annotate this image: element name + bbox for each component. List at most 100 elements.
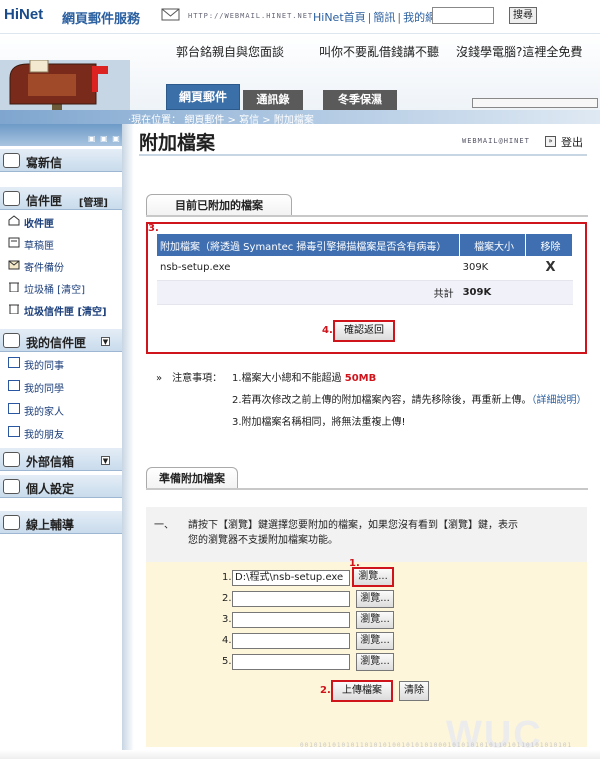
file-input-1[interactable]: D:\程式\nsb-setup.exe [232, 570, 350, 586]
link-sms[interactable]: 簡訊 [373, 11, 395, 24]
binary-decoration: 0010101010101101010100101010100010101010… [300, 742, 573, 749]
compose-icon [3, 153, 20, 168]
file-label-3: 3. [222, 614, 232, 625]
sidebar-item-spam[interactable]: 垃圾信件匣 [清空] [0, 298, 122, 320]
step-number: 一、 [154, 520, 174, 531]
search-input[interactable] [432, 7, 494, 24]
sidebar-item-label: 垃圾桶 [清空] [24, 285, 85, 296]
header-box [472, 98, 598, 108]
sidebar-item-label: 收件匣 [24, 219, 54, 230]
tab-webmail[interactable]: 網頁郵件 [166, 84, 240, 110]
mailbox-icon [3, 191, 20, 206]
sidebar-help[interactable]: 線上輔導 [0, 510, 122, 534]
upload-button[interactable]: 上傳檔案 [331, 680, 393, 702]
file-input-4[interactable] [232, 633, 350, 649]
sidebar-shadow [122, 124, 134, 759]
slogan-2[interactable]: 叫你不要亂借錢講不聽 [319, 43, 439, 60]
main-tabs: 網頁郵件 通訊錄 冬季保濕 [0, 84, 600, 110]
attached-files-tab: 目前已附加的檔案 [146, 194, 292, 216]
sidebar-folder-friends[interactable]: 我的朋友 [0, 421, 122, 443]
browse-button-5[interactable]: 瀏覽... [356, 653, 394, 671]
sidebar-folder-label: 我的同事 [24, 361, 64, 372]
logout-link[interactable]: 登出 [561, 134, 583, 150]
tab-contacts[interactable]: 通訊錄 [243, 90, 303, 110]
note-1: 1.檔案大小總和不能超過 50MB [232, 373, 377, 384]
sidebar-item-trash[interactable]: 垃圾桶 [清空] [0, 276, 122, 298]
tab-winter-care[interactable]: 冬季保濕 [323, 90, 397, 110]
note-2: 2.若再次修改之前上傳的附加檔案內容，請先移除後，再重新上傳。（詳細說明） [232, 395, 587, 406]
link-hinet-home[interactable]: HiNet首頁 [313, 11, 366, 24]
sidebar-folder-classmates[interactable]: 我的同學 [0, 375, 122, 397]
service-name: 網頁郵件服務 [62, 12, 141, 27]
table-row: nsb-setup.exe 309K X [157, 256, 573, 281]
folder-icon [8, 357, 20, 368]
chevron-down-icon[interactable]: ▼ [101, 456, 110, 465]
detail-link[interactable]: （詳細說明） [532, 395, 587, 406]
col-remove: 移除 [525, 234, 573, 256]
file-input-3[interactable] [232, 612, 350, 628]
instruction-line-1: 請按下【瀏覽】鍵選擇您要附加的檔案，如果您沒有看到【瀏覽】鍵，表示 [188, 520, 518, 531]
sidebar-my-folders-label: 我的信件匣 [26, 336, 87, 350]
sent-icon [8, 260, 20, 270]
breadcrumb: ‧現在位置： 網頁郵件 > 寫信 > 附加檔案 [128, 115, 314, 126]
confirm-return-button[interactable]: 確認返回 [333, 320, 395, 342]
remove-icon[interactable]: X [525, 256, 573, 281]
sidebar-mailbox[interactable]: 信件匣 [管理] [0, 186, 122, 210]
sidebar-item-label: 寄件備份 [24, 263, 64, 274]
file-input-2[interactable] [232, 591, 350, 607]
external-mail-icon [3, 452, 20, 467]
search-button[interactable]: 搜尋 [509, 7, 537, 24]
instruction-line-2: 您的瀏覽器不支援附加檔案功能。 [188, 535, 338, 546]
attached-divider [146, 215, 588, 217]
col-filename: 附加檔案（將透過 Symantec 掃毒引擎掃描檔案是否含有病毒） [157, 234, 461, 256]
sidebar-folder-colleagues[interactable]: 我的同事 [0, 352, 122, 374]
logout-icon[interactable]: » [545, 136, 556, 147]
prepare-instructions: 一、 請按下【瀏覽】鍵選擇您要附加的檔案，如果您沒有看到【瀏覽】鍵，表示 您的瀏… [146, 507, 587, 562]
sidebar-compose[interactable]: 寫新信 [0, 148, 122, 172]
file-label-5: 5. [222, 656, 232, 667]
prepare-divider [146, 488, 588, 490]
page-title: 附加檔案 [139, 132, 216, 154]
hinet-logo[interactable]: HiNet [4, 6, 43, 23]
folders-icon [3, 333, 20, 348]
settings-icon [3, 479, 20, 494]
sidebar-settings-label: 個人設定 [26, 482, 75, 496]
url-text: HTTP://WEBMAIL.HINET.NET [188, 12, 314, 20]
chevron-down-icon[interactable]: ▼ [101, 337, 110, 346]
mailbox-manage-link[interactable]: [管理] [79, 194, 108, 209]
sidebar-external-label: 外部信箱 [26, 455, 75, 469]
sidebar-settings[interactable]: 個人設定 [0, 474, 122, 498]
folder-icon [8, 380, 20, 391]
clear-button[interactable]: 清除 [399, 681, 429, 701]
browse-button-4[interactable]: 瀏覽... [356, 632, 394, 650]
sidebar-my-folders[interactable]: 我的信件匣 ▼ [0, 328, 122, 352]
sidebar-item-label: 垃圾信件匣 [清空] [24, 307, 107, 318]
sidebar-toolbar: ▣ ▣ ▣ [0, 124, 122, 146]
sidebar-folder-label: 我的朋友 [24, 430, 64, 441]
sidebar-folder-label: 我的家人 [24, 407, 64, 418]
help-icon [3, 515, 20, 530]
file-input-5[interactable] [232, 654, 350, 670]
folder-icon [8, 426, 20, 437]
browse-button-3[interactable]: 瀏覽... [356, 611, 394, 629]
sidebar-tool-icons[interactable]: ▣ ▣ ▣ [88, 134, 121, 143]
sidebar-help-label: 線上輔導 [26, 518, 75, 532]
browse-button-1[interactable]: 瀏覽... [352, 567, 394, 587]
slogan-3[interactable]: 沒錢學電腦?這裡全免費 [456, 43, 582, 60]
marker-4: 4. [322, 325, 333, 336]
browse-button-2[interactable]: 瀏覽... [356, 590, 394, 608]
file-label-2: 2. [222, 593, 232, 604]
sidebar-item-drafts[interactable]: 草稿匣 [0, 232, 122, 254]
sidebar-external[interactable]: 外部信箱 ▼ [0, 447, 122, 471]
slogan-1[interactable]: 郭台銘親自與您面談 [176, 43, 284, 60]
marker-3: 3. [148, 223, 159, 234]
sidebar-item-sent[interactable]: 寄件備份 [0, 254, 122, 276]
sidebar-folder-family[interactable]: 我的家人 [0, 398, 122, 420]
sidebar-item-inbox[interactable]: 收件匣 [0, 210, 122, 232]
file-label-4: 4. [222, 635, 232, 646]
total-empty [525, 280, 573, 305]
title-divider [139, 154, 587, 156]
top-bar: HiNet 網頁郵件服務 HTTP://WEBMAIL.HINET.NET Hi… [0, 0, 600, 34]
total-value: 309K [459, 280, 526, 305]
notes-label: » 注意事項： [156, 373, 223, 384]
